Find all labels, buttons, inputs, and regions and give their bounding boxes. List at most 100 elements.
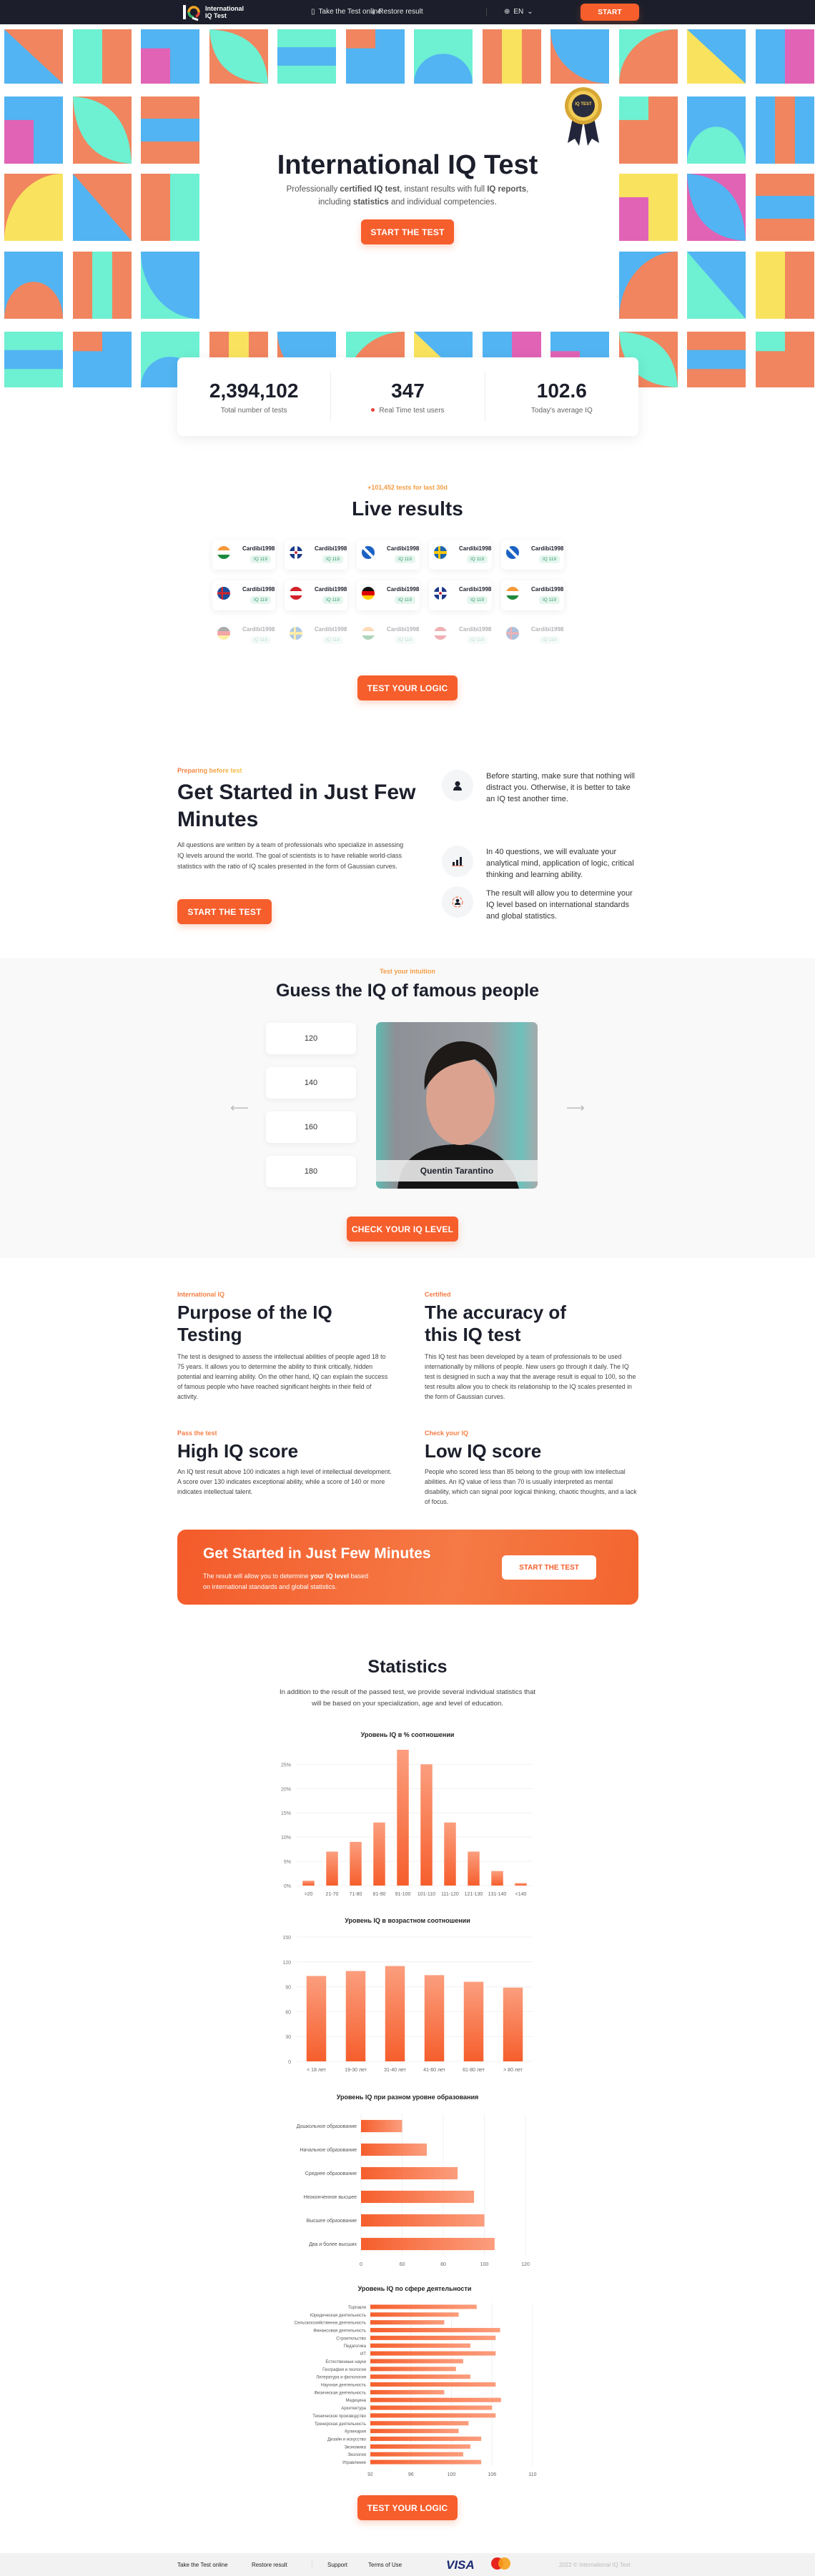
celebrity-name: Quentin Tarantino — [376, 1160, 538, 1182]
bar — [370, 2327, 500, 2333]
hero-decor-tile — [141, 252, 199, 319]
y-category-label: Физическая деятельность — [314, 2391, 366, 2395]
iq-activity-chart: 92 96 100 106 110 Торговля Юридическая деятель… — [294, 2303, 537, 2477]
arrow-left-icon[interactable]: ⟵ — [230, 1101, 249, 1116]
info-text: The test is designed to assess the intel… — [177, 1353, 388, 1400]
start-button[interactable]: START — [581, 4, 639, 21]
flag-austria-icon — [290, 587, 302, 600]
test-your-logic-button[interactable]: TEST YOUR LOGIC — [357, 675, 458, 700]
flag-germany-icon — [217, 627, 230, 640]
test-your-logic-button[interactable]: TEST YOUR LOGIC — [357, 2495, 458, 2520]
y-tick-label: 0% — [284, 1884, 291, 1889]
cta-start-test-button[interactable]: START THE TEST — [502, 1555, 596, 1580]
hero-decor-tile — [72, 332, 132, 387]
hero-decor-tile — [72, 29, 132, 84]
flag-germany-icon — [362, 587, 375, 600]
footer-link-terms[interactable]: Terms of Use — [368, 2562, 402, 2568]
hero-section: IQ TEST International IQ Test Profession… — [0, 24, 815, 390]
stat-label: Total number of tests — [220, 406, 287, 415]
bar — [491, 1871, 503, 1886]
language-label: EN — [513, 8, 524, 16]
logo[interactable]: International IQ Test — [182, 3, 247, 21]
live-result-card: Cardibi1998 IQ 119 — [285, 540, 347, 570]
live-result-card: Cardibi1998 IQ 119 — [357, 620, 420, 650]
flag-scotland-icon — [362, 546, 375, 559]
footer-link-take-test[interactable]: Take the Test online — [177, 2562, 228, 2568]
footer: Take the Test online Restore result Supp… — [0, 2553, 815, 2576]
live-dot-icon — [371, 408, 375, 412]
iq-option-button[interactable]: 120 — [266, 1023, 356, 1054]
hero-decor-tile — [687, 332, 746, 387]
flag-aland-icon — [217, 587, 230, 600]
iq-option-button[interactable]: 160 — [266, 1111, 356, 1143]
start-test-button[interactable]: START THE TEST — [177, 899, 272, 924]
copyright: 2022 © International IQ Test — [559, 2562, 631, 2568]
stat-value: 102.6 — [536, 379, 587, 402]
nav-restore-result[interactable]: ⤓ Restore result — [372, 8, 423, 16]
cta-banner: Get Started in Just Few Minutes The resu… — [177, 1530, 638, 1605]
bar — [302, 1881, 315, 1886]
badge-text: IQ TEST — [575, 102, 592, 106]
bar — [370, 2397, 501, 2402]
username: Cardibi1998 — [459, 626, 492, 633]
username: Cardibi1998 — [531, 626, 564, 633]
footer-link-support[interactable]: Support — [327, 2562, 347, 2568]
stat-value: 2,394,102 — [209, 379, 299, 402]
live-result-card: Cardibi1998 IQ 119 — [501, 580, 564, 610]
info-block-low-iq: Check your IQ Low IQ score People who sc… — [425, 1430, 639, 1507]
hero-decor-tile — [4, 252, 63, 319]
nav-divider — [486, 8, 487, 16]
chevron-down-icon: ⌄ — [527, 8, 533, 16]
iq-option-button[interactable]: 180 — [266, 1156, 356, 1187]
x-tick-label: 61-80 лет — [463, 2068, 485, 2073]
x-tick-label: 131-140 — [488, 1892, 507, 1897]
y-category-label: Юридическая деятельность — [310, 2314, 366, 2318]
famous-title: Guess the IQ of famous people — [275, 981, 540, 1001]
target-person-icon — [442, 886, 473, 918]
footer-link-restore[interactable]: Restore result — [252, 2562, 287, 2568]
y-tick-label: 5% — [284, 1860, 291, 1865]
flag-uk-icon — [290, 546, 302, 559]
username: Cardibi1998 — [459, 586, 492, 593]
hero-decor-tile — [4, 29, 63, 84]
y-tick-label: 25% — [281, 1763, 291, 1768]
username: Cardibi1998 — [387, 626, 420, 633]
flag-uk-icon — [434, 587, 447, 600]
iq-score-badge: IQ 119 — [395, 596, 416, 604]
nav-take-test[interactable]: ▯ Take the Test online — [311, 8, 382, 16]
bar — [361, 2214, 485, 2227]
start-test-button[interactable]: START THE TEST — [361, 219, 454, 244]
iq-score-badge: IQ 119 — [539, 555, 560, 563]
stat-label-text: Real Time test users — [379, 406, 445, 415]
x-tick-label: 81-90 — [373, 1892, 386, 1897]
bar — [370, 2312, 459, 2317]
x-tick-label: 0 — [360, 2262, 362, 2267]
y-category-label: Среднее образование — [305, 2171, 357, 2176]
info-block-high-iq: Pass the test High IQ score An IQ test r… — [177, 1430, 392, 1497]
y-tick-label: 0 — [288, 2060, 291, 2065]
hero-decor-tile — [345, 29, 405, 84]
x-tick-label: 60 — [400, 2262, 405, 2267]
check-iq-level-button[interactable]: CHECK YOUR IQ LEVEL — [347, 1217, 458, 1242]
hero-decor-tile — [141, 29, 199, 84]
bar — [370, 2405, 493, 2410]
y-category-label: Экономика — [344, 2445, 366, 2449]
username: Cardibi1998 — [531, 586, 564, 593]
live-result-card: Cardibi1998 IQ 119 — [212, 620, 275, 650]
live-result-card: Cardibi1998 IQ 119 — [285, 620, 347, 650]
cta-banner-text: The result will allow you to determine y… — [203, 1571, 418, 1592]
flag-austria-icon — [434, 627, 447, 640]
y-category-label: Управление — [342, 2461, 367, 2465]
arrow-right-icon[interactable]: ⟶ — [566, 1101, 585, 1116]
bar — [361, 2143, 427, 2156]
language-selector[interactable]: ⊕ EN ⌄ — [504, 8, 533, 16]
username: Cardibi1998 — [315, 626, 347, 633]
iq-option-button[interactable]: 140 — [266, 1067, 356, 1099]
bar — [370, 2444, 470, 2449]
x-tick-label: < 18 лет — [307, 2068, 327, 2073]
bar — [345, 1971, 366, 2061]
iq-score-badge: IQ 119 — [467, 555, 488, 563]
username: Cardibi1998 — [387, 545, 420, 552]
info-eyebrow: Pass the test — [177, 1430, 392, 1437]
info-title: High IQ score — [177, 1440, 299, 1462]
